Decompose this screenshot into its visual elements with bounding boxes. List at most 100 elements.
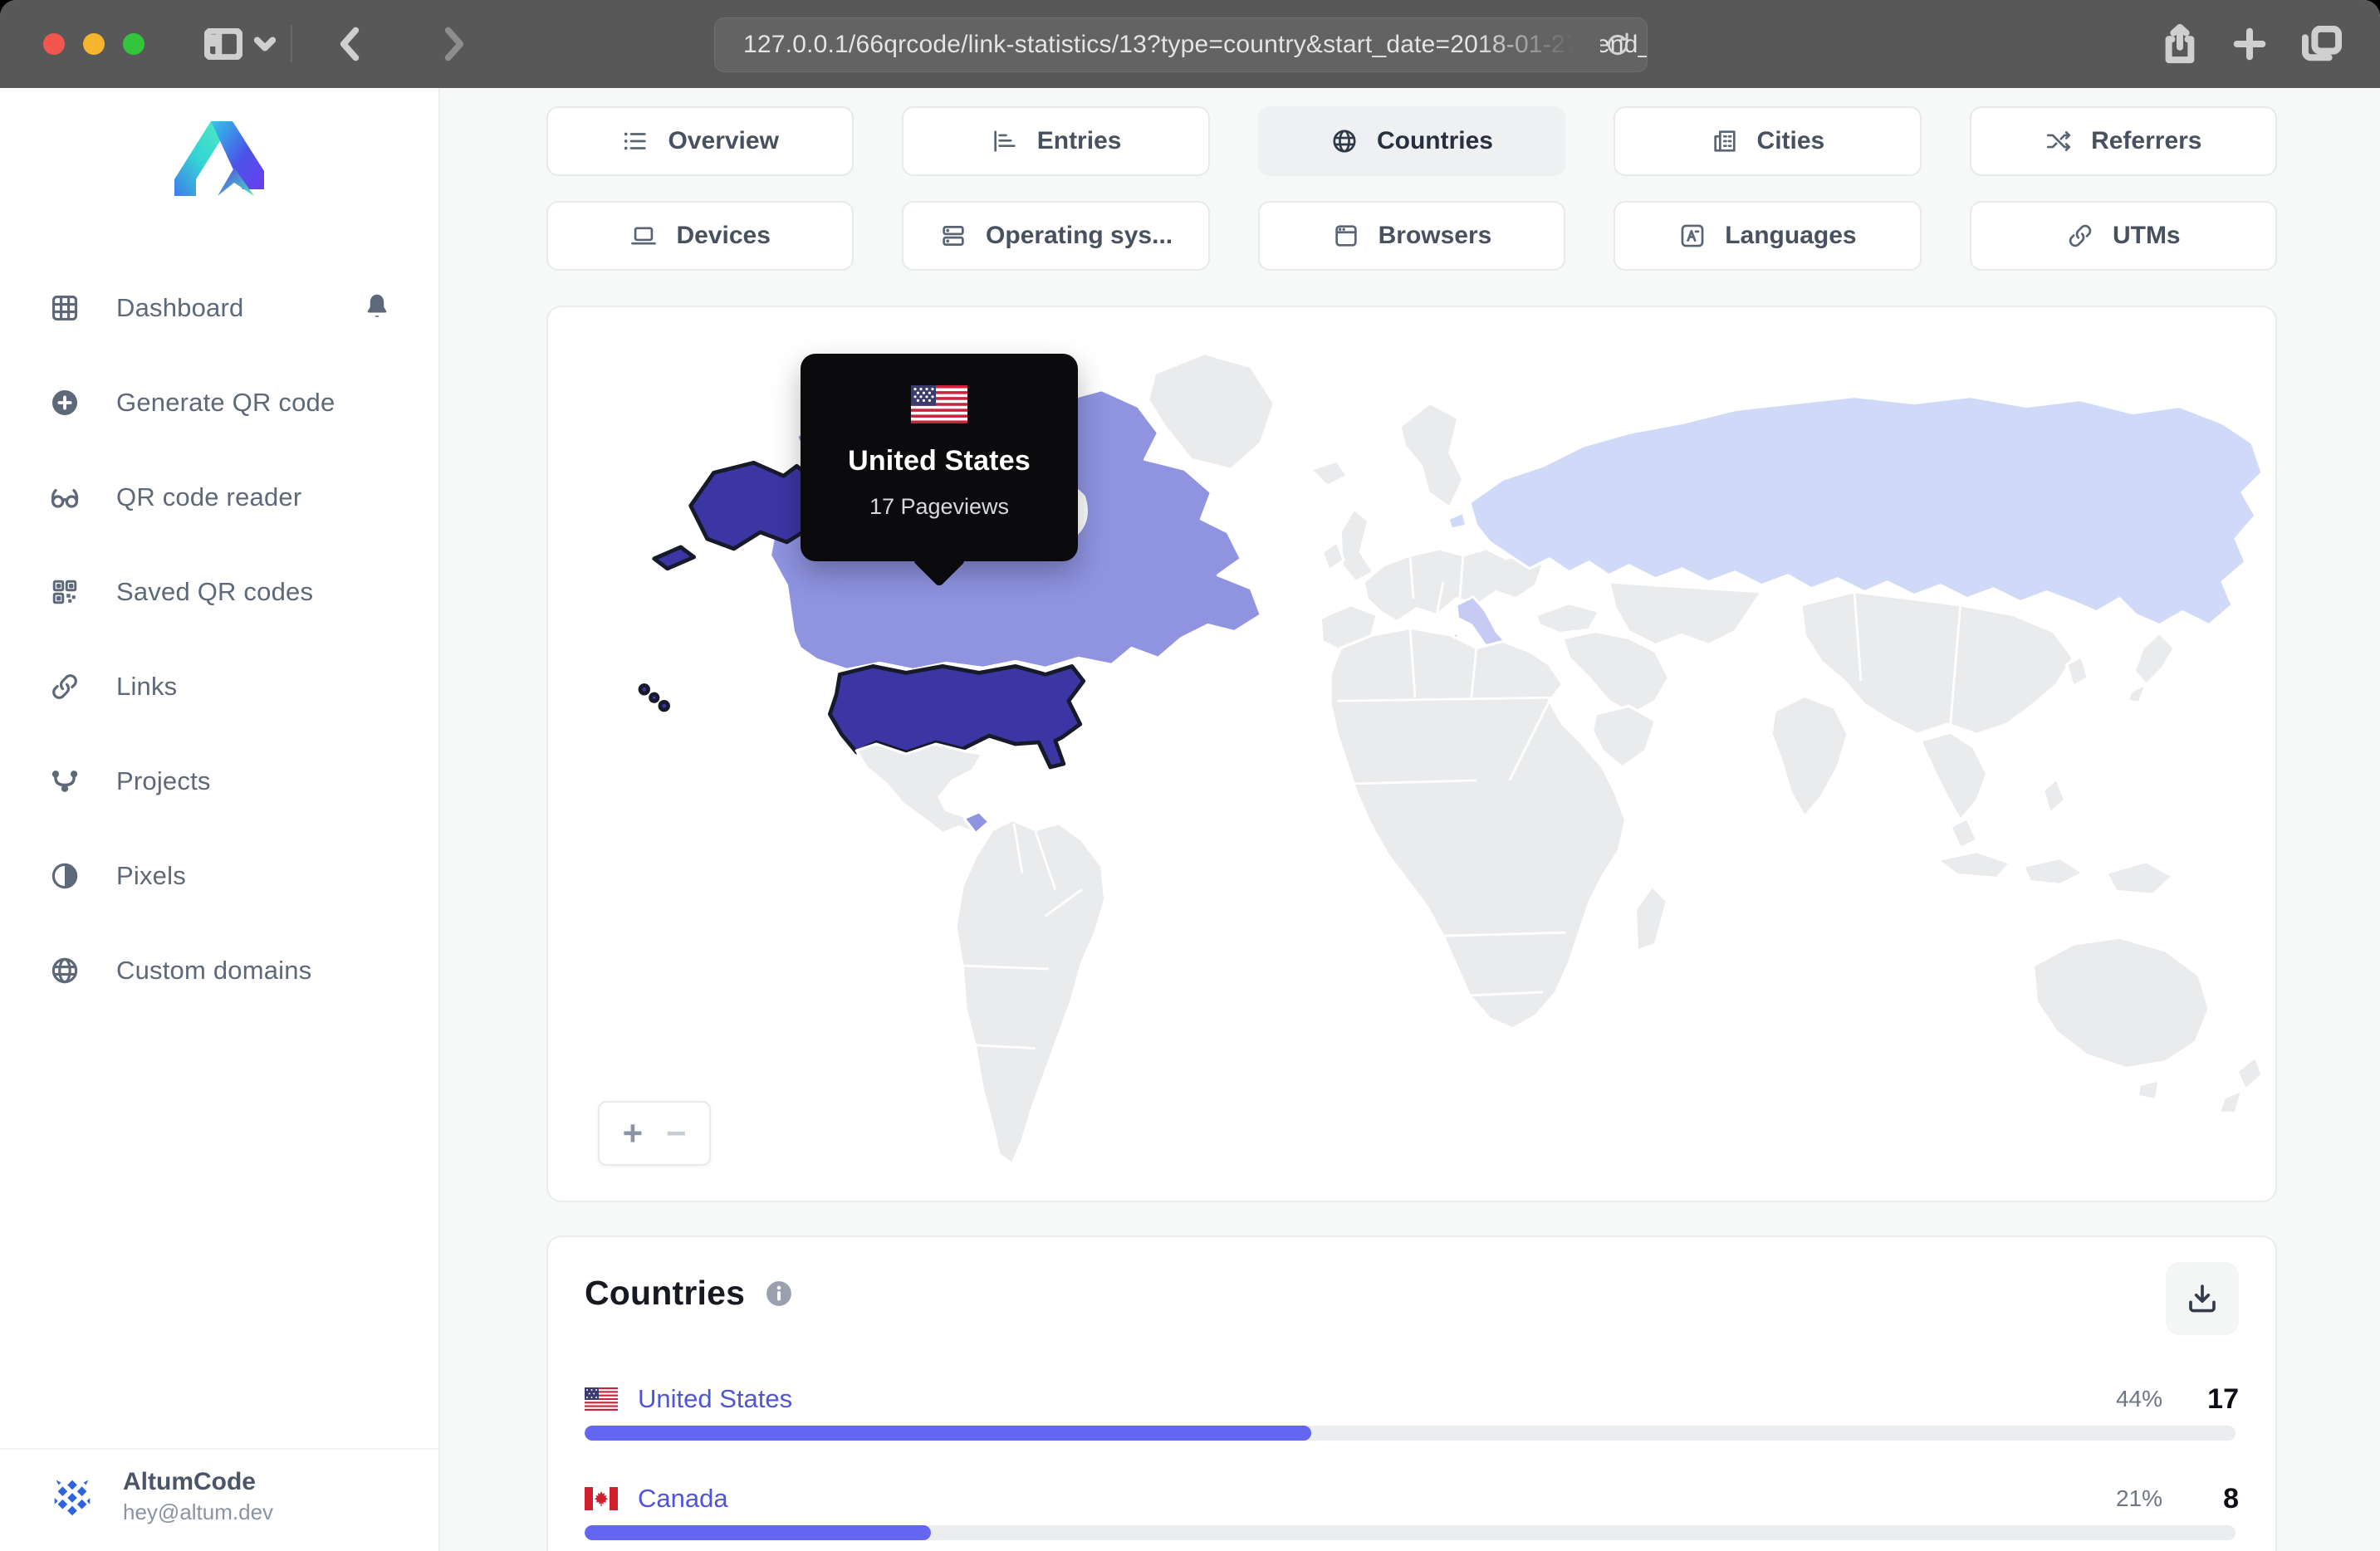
sidebar-item-label: Custom domains [116,956,312,985]
tab-label: Referrers [2091,127,2202,154]
sidebar-item-label: Saved QR codes [116,577,314,606]
country-percent: 21% [2115,1485,2162,1511]
us-flag-icon [911,385,967,423]
tab-languages[interactable]: Languages [1614,201,1922,271]
network-icon [48,765,81,798]
sidebar-item-links[interactable]: Links [0,639,438,734]
tab-operating-systems[interactable]: Operating sys... [902,201,1210,271]
tab-label: Devices [676,222,771,249]
countries-title: Countries [585,1274,746,1312]
country-link[interactable]: United States [638,1384,792,1414]
sidebar-toggle-icon[interactable] [204,28,242,60]
tab-browsers[interactable]: Browsers [1257,201,1566,271]
country-progress [585,1525,2236,1540]
tab-label: Countries [1376,127,1493,154]
bell-icon[interactable] [362,291,392,325]
tab-label: Cities [1756,127,1825,154]
avatar [47,1470,98,1522]
browser-toolbar: 127.0.0.1/66qrcode/link-statistics/13?ty… [0,0,2380,88]
tab-label: Browsers [1378,222,1492,249]
map-zoom-controls: + − [598,1101,711,1166]
tab-label: Entries [1036,127,1122,154]
tab-label: Overview [668,127,779,154]
account-section[interactable]: AltumCode hey@altum.dev [0,1448,438,1551]
tooltip-country: United States [848,445,1031,477]
sidebar-item-dashboard[interactable]: Dashboard [0,261,438,355]
grid-icon [48,291,81,325]
share-icon[interactable] [2162,23,2197,65]
minimize-window-button[interactable] [83,33,105,55]
sidebar-item-pixels[interactable]: Pixels [0,829,438,923]
stat-type-tabs: Overview Entries Countries Cities Referr… [546,106,2277,271]
qr-code-icon [48,575,81,609]
map-greenland [1147,352,1276,471]
country-count: 17 [2207,1382,2239,1415]
tab-devices[interactable]: Devices [546,201,855,271]
tab-entries[interactable]: Entries [902,106,1210,176]
traffic-lights [43,33,144,55]
map-hawaii [638,683,670,712]
url-fade [1476,18,1600,71]
download-button[interactable] [2166,1262,2239,1335]
tabs-overview-icon[interactable] [2302,26,2342,62]
download-icon [2189,1284,2216,1313]
toolbar-divider [291,26,292,62]
map-africa [1329,626,1628,1030]
country-percent: 44% [2115,1386,2162,1412]
chevron-down-icon[interactable] [254,37,276,51]
chart-icon [994,130,1016,152]
main-content: Overview Entries Countries Cities Referr… [440,88,2380,1551]
link-icon [48,670,81,703]
tab-label: UTMs [2112,222,2181,249]
tab-countries[interactable]: Countries [1257,106,1566,176]
map-alaska [688,460,815,551]
sidebar-item-generate-qr[interactable]: Generate QR code [0,355,438,450]
altumcode-logo [173,120,266,203]
close-window-button[interactable] [43,33,65,55]
tab-label: Languages [1725,222,1857,249]
sidebar-item-label: Dashboard [116,293,244,322]
country-progress-fill [585,1525,932,1540]
country-count: 8 [2223,1482,2239,1514]
address-bar[interactable]: 127.0.0.1/66qrcode/link-statistics/13?ty… [714,17,1648,72]
sidebar-nav: Dashboard Generate QR code QR code reade… [0,246,438,1033]
tab-overview[interactable]: Overview [546,106,855,176]
sidebar-item-label: Links [116,672,178,701]
shuffle-icon [2046,131,2071,151]
map-australia [2031,936,2211,1070]
map-tooltip: United States 17 Pageviews [801,354,1078,588]
sidebar-item-saved-qr[interactable]: Saved QR codes [0,545,438,639]
glasses-icon [48,481,81,514]
info-icon[interactable] [763,1278,795,1309]
account-email: hey@altum.dev [123,1500,274,1524]
browser-icon [1334,225,1357,247]
us-flag-icon [585,1387,618,1411]
tab-referrers[interactable]: Referrers [1969,106,2277,176]
zoom-in-button[interactable]: + [623,1116,644,1151]
sidebar-item-label: QR code reader [116,482,302,511]
plus-circle-icon [48,386,81,419]
tab-label: Operating sys... [986,222,1173,249]
list-icon [624,132,647,150]
new-tab-icon[interactable] [2232,27,2267,61]
country-link[interactable]: Canada [638,1484,728,1514]
forward-icon[interactable] [442,26,467,62]
globe-icon [48,954,81,987]
building-icon [1713,130,1736,152]
zoom-window-button[interactable] [123,33,144,55]
sidebar: Dashboard Generate QR code QR code reade… [0,88,440,1551]
sidebar-item-qr-reader[interactable]: QR code reader [0,450,438,545]
map-madagascar [1633,884,1669,952]
tab-utms[interactable]: UTMs [1969,201,2277,271]
sidebar-item-projects[interactable]: Projects [0,734,438,829]
browser-window: 127.0.0.1/66qrcode/link-statistics/13?ty… [0,0,2380,1551]
tooltip-pageviews: 17 Pageviews [869,494,1010,519]
chain-icon [2069,224,2092,247]
zoom-out-button[interactable]: − [666,1116,687,1151]
reload-icon[interactable] [1599,18,1637,71]
sidebar-item-custom-domains[interactable]: Custom domains [0,923,438,1018]
tab-cities[interactable]: Cities [1614,106,1922,176]
back-icon[interactable] [337,26,362,62]
server-icon [943,226,964,246]
map-china [1800,590,2075,736]
